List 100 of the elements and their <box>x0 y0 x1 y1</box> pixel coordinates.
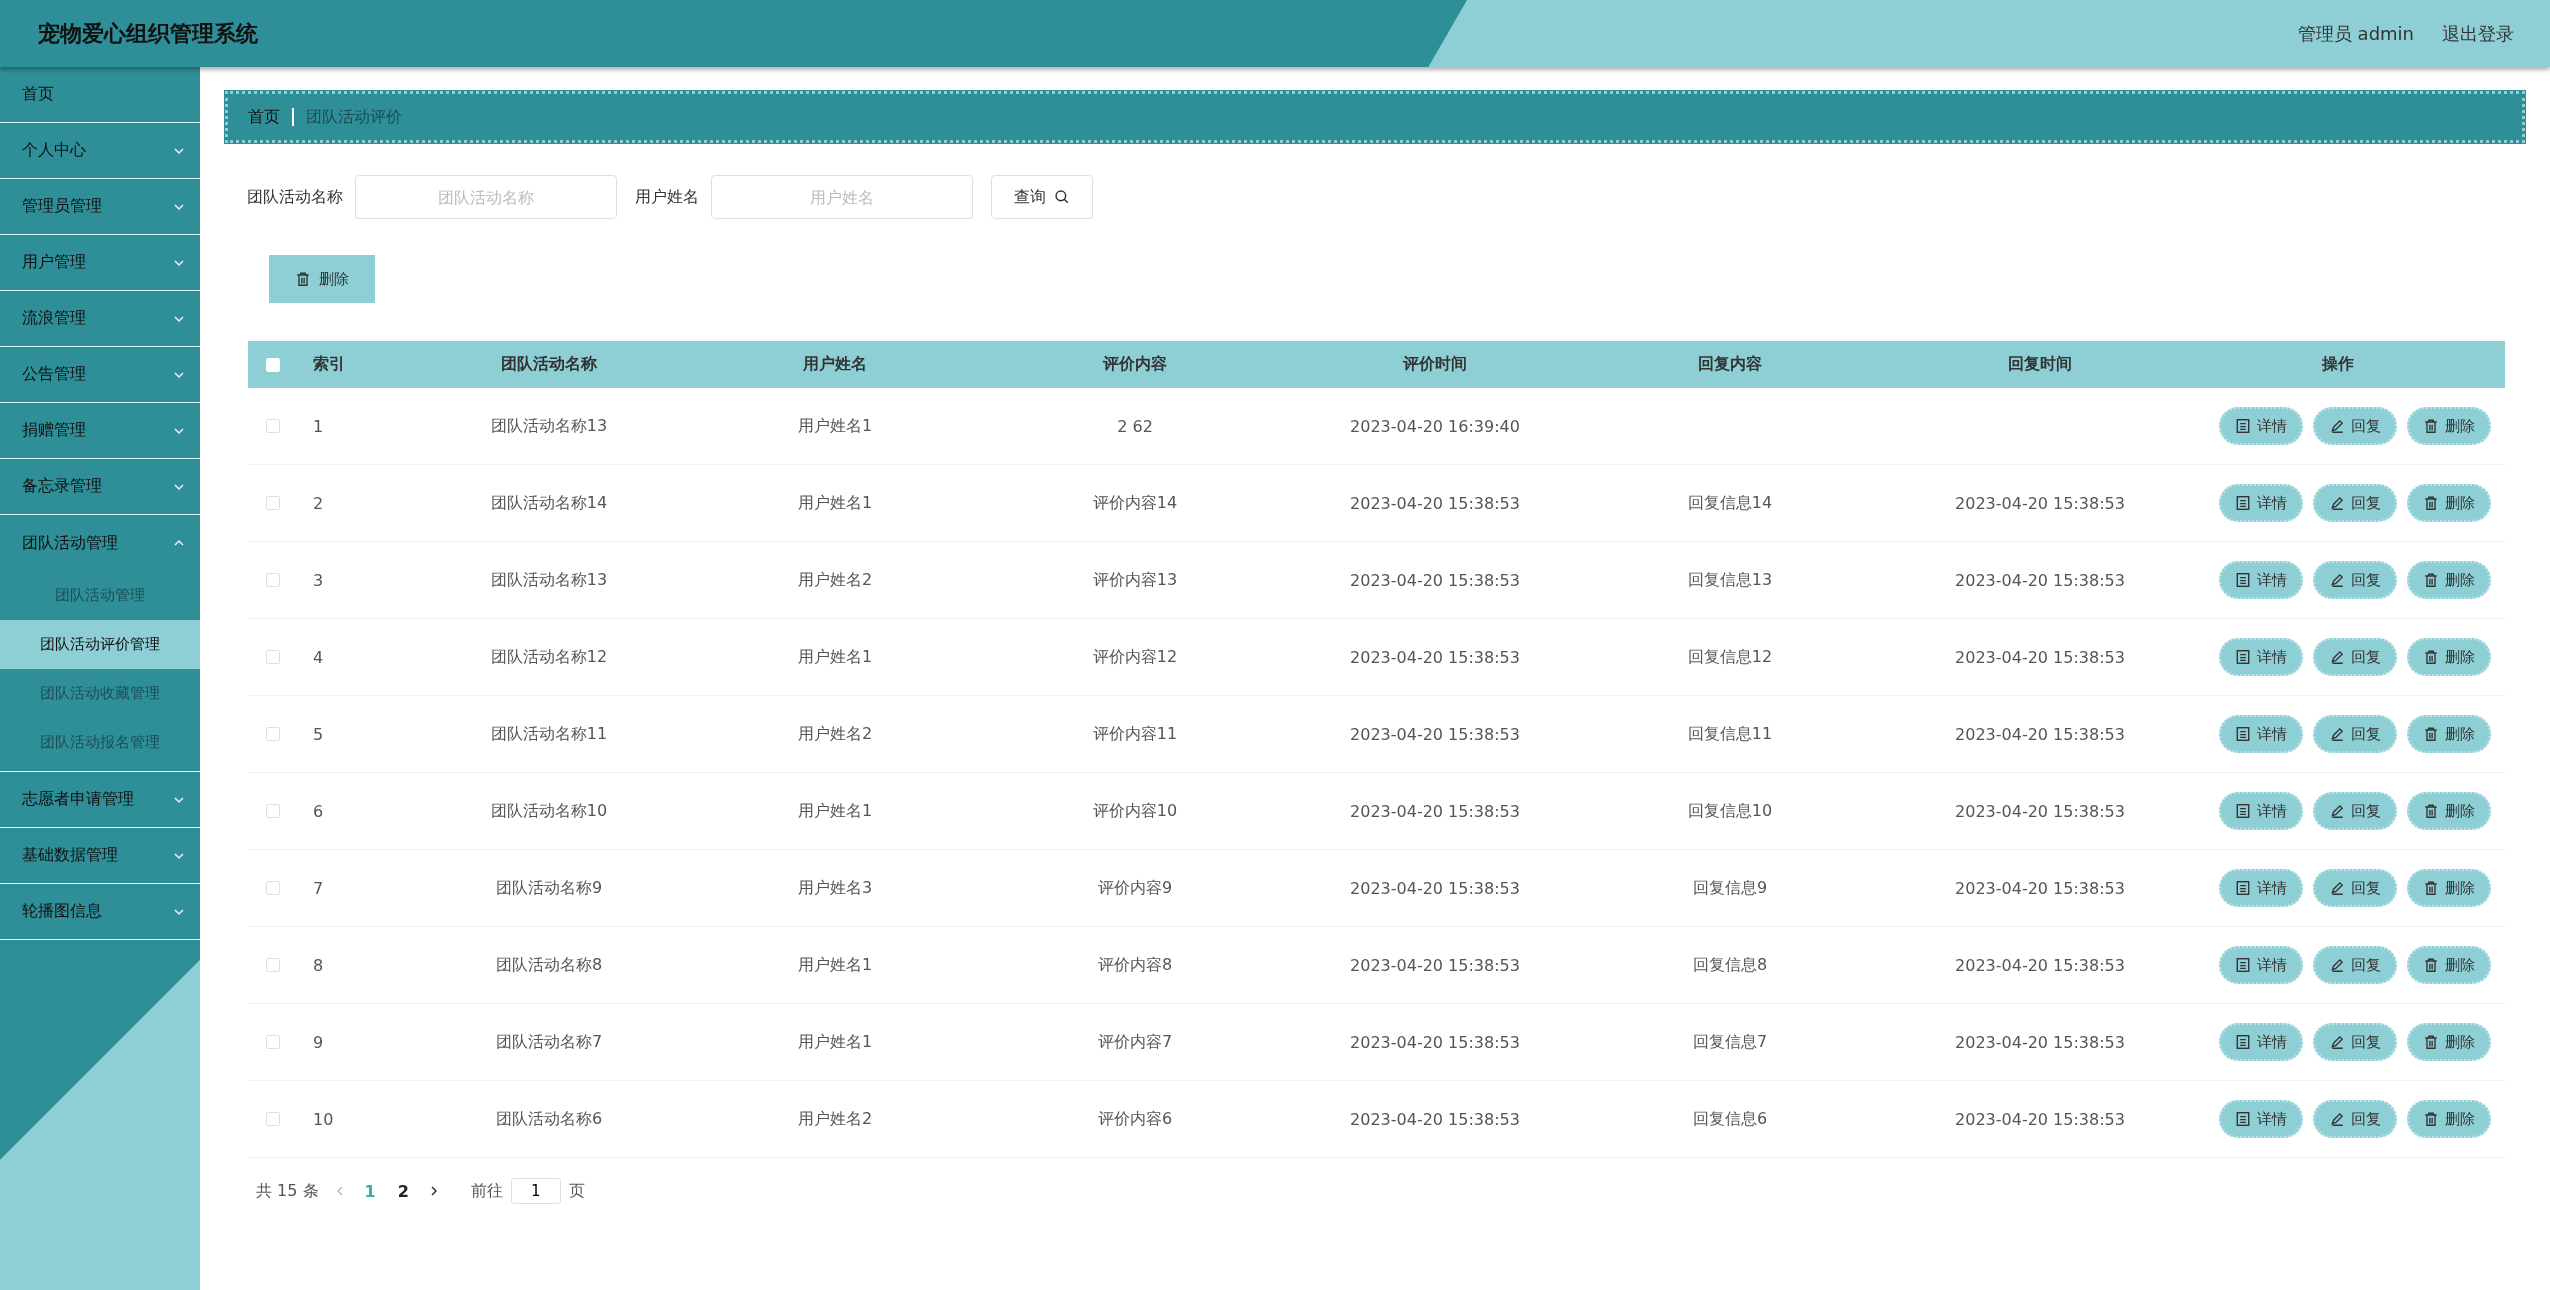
table-cell-text: 团队活动名称13 <box>489 569 609 591</box>
row-checkbox[interactable] <box>266 650 280 664</box>
document-icon <box>2235 803 2251 819</box>
reply-button[interactable]: 回复 <box>2313 1100 2397 1138</box>
pencil-icon <box>2329 726 2345 742</box>
detail-button[interactable]: 详情 <box>2219 407 2303 445</box>
table-cell-text: 2023-04-20 15:38:53 <box>1349 955 1521 975</box>
table-cell-text: 2023-04-20 15:38:53 <box>1954 955 2126 975</box>
reply-button[interactable]: 回复 <box>2313 715 2397 753</box>
trash-icon <box>2423 572 2439 588</box>
table-cell-text: 评价内容13 <box>1091 569 1179 591</box>
app-title: 宠物爱心组织管理系统 <box>38 19 258 48</box>
table-cell-text: 2023-04-20 15:38:53 <box>1349 1032 1521 1052</box>
row-checkbox[interactable] <box>266 1112 280 1126</box>
table-cell-text: 回复信息6 <box>1691 1108 1769 1130</box>
column-header: 评价时间 <box>1401 354 1468 375</box>
table-cell-text: 2023-04-20 15:38:53 <box>1954 1109 2126 1129</box>
trash-icon <box>2423 418 2439 434</box>
pencil-icon <box>2329 1034 2345 1050</box>
table-cell-text: 用户姓名1 <box>796 1031 874 1053</box>
reply-button[interactable]: 回复 <box>2313 638 2397 676</box>
table-cell-text: 用户姓名2 <box>796 1108 874 1130</box>
table-cell-text: 回复信息7 <box>1691 1031 1769 1053</box>
trash-icon <box>2423 803 2439 819</box>
reply-button[interactable]: 回复 <box>2313 407 2397 445</box>
table-cell-text: 2 <box>312 493 325 513</box>
table-cell-text: 2023-04-20 15:38:53 <box>1954 1032 2126 1052</box>
delete-button[interactable]: 删除 <box>2407 638 2491 676</box>
delete-button[interactable]: 删除 <box>2407 484 2491 522</box>
table-cell-text: 回复信息14 <box>1686 492 1774 514</box>
delete-button[interactable]: 删除 <box>2407 407 2491 445</box>
table-cell-text: 评价内容8 <box>1096 954 1174 976</box>
delete-button[interactable]: 删除 <box>2407 1100 2491 1138</box>
breadcrumb-link[interactable]: 首页 <box>248 106 280 128</box>
delete-button[interactable]: 删除 <box>2407 561 2491 599</box>
trash-icon <box>2423 957 2439 973</box>
detail-button[interactable]: 详情 <box>2219 946 2303 984</box>
reply-button[interactable]: 回复 <box>2313 484 2397 522</box>
detail-button[interactable]: 详情 <box>2219 715 2303 753</box>
page-input[interactable]: 1 <box>510 1178 561 1204</box>
table-cell-text: 2023-04-20 15:38:53 <box>1954 570 2126 590</box>
table-cell-text: 7 <box>312 878 325 898</box>
column-header: 回复内容 <box>1697 354 1763 375</box>
table-cell-text: 6 <box>312 801 325 821</box>
detail-button[interactable]: 详情 <box>2219 638 2303 676</box>
search-field[interactable]: 用户姓名 <box>711 175 973 219</box>
table-cell-text: 回复信息13 <box>1686 569 1774 591</box>
reply-button[interactable]: 回复 <box>2313 869 2397 907</box>
table-cell-text: 团队活动名称8 <box>494 954 604 976</box>
row-checkbox[interactable] <box>266 419 280 433</box>
detail-button[interactable]: 详情 <box>2219 484 2303 522</box>
detail-button[interactable]: 详情 <box>2219 792 2303 830</box>
submenu-item[interactable]: 团队活动评价管理 <box>0 620 200 669</box>
search-button[interactable]: 查询 <box>991 175 1093 219</box>
trash-icon <box>2423 649 2439 665</box>
row-checkbox[interactable] <box>266 496 280 510</box>
document-icon <box>2235 957 2251 973</box>
reply-button[interactable]: 回复 <box>2313 792 2397 830</box>
reply-button[interactable]: 回复 <box>2313 1023 2397 1061</box>
row-checkbox[interactable] <box>266 727 280 741</box>
detail-button[interactable]: 详情 <box>2219 1100 2303 1138</box>
table-cell-text: 2023-04-20 15:38:53 <box>1954 724 2126 744</box>
pencil-icon <box>2329 418 2345 434</box>
reply-button[interactable]: 回复 <box>2313 561 2397 599</box>
detail-button[interactable]: 详情 <box>2219 561 2303 599</box>
row-checkbox[interactable] <box>266 881 280 895</box>
page-number[interactable]: 2 <box>393 1181 413 1201</box>
table-cell-text: 2 62 <box>1116 416 1154 436</box>
reply-button[interactable]: 回复 <box>2313 946 2397 984</box>
row-checkbox[interactable] <box>266 1035 280 1049</box>
delete-button[interactable]: 删除 <box>2407 869 2491 907</box>
logout-link[interactable]: 退出登录 <box>2442 21 2514 46</box>
row-checkbox[interactable] <box>266 958 280 972</box>
table-cell-text: 回复信息12 <box>1686 646 1774 668</box>
column-header: 回复时间 <box>2007 354 2073 375</box>
table-cell-text: 2023-04-20 15:38:53 <box>1349 647 1521 667</box>
document-icon <box>2235 418 2251 434</box>
delete-button[interactable]: 删除 <box>2407 1023 2491 1061</box>
delete-button[interactable]: 删除 <box>2407 715 2491 753</box>
table-cell-text: 评价内容11 <box>1091 723 1179 745</box>
document-icon <box>2235 1034 2251 1050</box>
row-checkbox[interactable] <box>266 573 280 587</box>
detail-button[interactable]: 详情 <box>2219 869 2303 907</box>
table-cell-text: 回复信息11 <box>1686 723 1774 745</box>
detail-button[interactable]: 详情 <box>2219 1023 2303 1061</box>
trash-icon <box>2423 880 2439 896</box>
table-cell-text: 2023-04-20 15:38:53 <box>1349 570 1521 590</box>
document-icon <box>2235 572 2251 588</box>
select-all-checkbox[interactable] <box>266 357 280 372</box>
row-checkbox[interactable] <box>266 804 280 818</box>
table-cell-text: 团队活动名称7 <box>494 1031 604 1053</box>
trash-icon <box>2423 1034 2439 1050</box>
table-cell-text: 评价内容10 <box>1091 800 1179 822</box>
delete-button[interactable]: 删除 <box>2407 946 2491 984</box>
trash-icon <box>295 271 311 287</box>
delete-button[interactable]: 删除 <box>2407 792 2491 830</box>
search-field[interactable]: 团队活动名称 <box>355 175 617 219</box>
trash-icon <box>2423 495 2439 511</box>
table-cell-text: 用户姓名1 <box>796 415 874 437</box>
table-cell-text: 2023-04-20 15:38:53 <box>1954 647 2126 667</box>
